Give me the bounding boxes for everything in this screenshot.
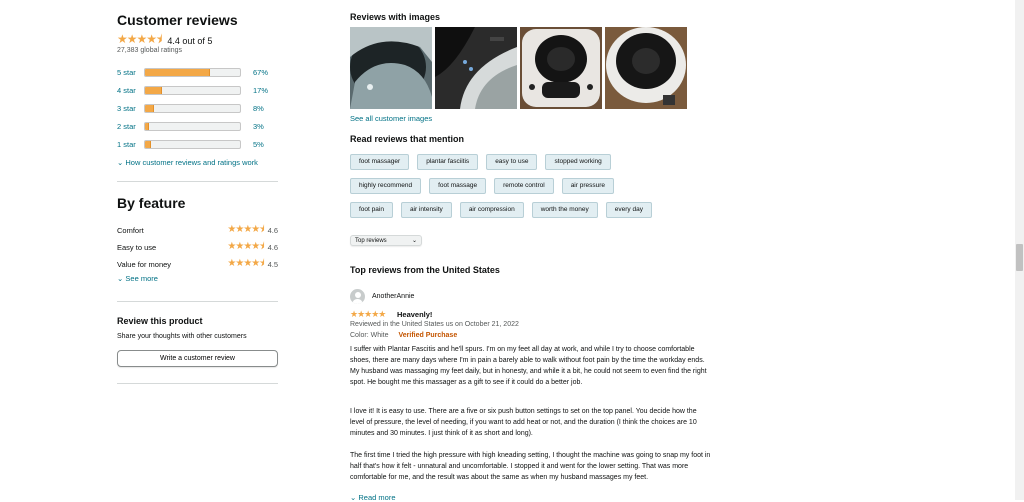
reviewer-name[interactable]: AnotherAnnie <box>372 293 414 300</box>
chip-row: foot massager plantar fasciitis easy to us… <box>350 154 611 170</box>
mention-chip[interactable]: worth the money <box>531 202 598 218</box>
review-date: Reviewed in the United States us on Octo… <box>350 321 519 328</box>
histogram-bar <box>144 139 241 149</box>
review-images <box>350 27 687 109</box>
histogram-label: 1 star <box>117 139 136 149</box>
histogram-percent: 3% <box>253 121 264 131</box>
chevron-down-icon: ⌄ <box>350 493 357 502</box>
histogram-bar <box>144 85 241 95</box>
share-thoughts-text: Share your thoughts with other customers <box>117 333 247 340</box>
histogram-bar <box>144 67 241 77</box>
global-ratings: 27,383 global ratings <box>117 47 182 54</box>
histogram-label: 3 star <box>117 103 136 113</box>
review-title[interactable]: Heavenly! <box>397 310 432 319</box>
read-more-link[interactable]: ⌄ Read more <box>350 493 396 502</box>
histogram-row[interactable]: 4 star 17% <box>117 84 278 96</box>
mention-chip[interactable]: foot massager <box>350 154 410 170</box>
review-image-thumbnail[interactable] <box>435 27 517 109</box>
histogram-bar <box>144 103 241 113</box>
see-all-images-link[interactable]: See all customer images <box>350 114 432 123</box>
chip-row: foot pain air intensity air compression wor… <box>350 202 652 218</box>
how-reviews-work-link[interactable]: ⌄ How customer reviews and ratings work <box>117 158 258 167</box>
review-product-heading: Review this product <box>117 316 203 326</box>
feature-row: Easy to use ★★★★⯨ 4.6 <box>117 239 278 256</box>
histogram-row[interactable]: 2 star 3% <box>117 120 278 132</box>
histogram-fill <box>145 140 151 148</box>
mention-chip[interactable]: plantar fasciitis <box>417 154 479 170</box>
customer-reviews-heading: Customer reviews <box>117 12 238 28</box>
review-color: Color: White <box>350 332 389 339</box>
histogram-fill <box>145 68 210 76</box>
mention-chip[interactable]: air compression <box>459 202 524 218</box>
histogram-row[interactable]: 3 star 8% <box>117 102 278 114</box>
feature-row: Value for money ★★★★⯨ 4.5 <box>117 256 278 273</box>
feature-star-icon: ★★★★⯨ <box>227 241 264 252</box>
see-more-link[interactable]: ⌄ See more <box>117 274 158 283</box>
histogram-percent: 17% <box>253 85 269 95</box>
mention-chip[interactable]: stopped working <box>545 154 611 170</box>
divider <box>117 181 278 182</box>
write-review-button[interactable]: Write a customer review <box>117 350 278 367</box>
mention-chip[interactable]: highly recommend <box>350 178 422 194</box>
divider <box>117 383 278 384</box>
review-image-thumbnail[interactable] <box>350 27 432 109</box>
feature-name: Easy to use <box>117 243 157 252</box>
scrollbar-thumb[interactable] <box>1016 244 1023 271</box>
feature-star-icon: ★★★★⯨ <box>227 258 264 269</box>
review-image-thumbnail[interactable] <box>520 27 602 109</box>
rating-out-of: 4.4 out of 5 <box>167 35 213 46</box>
scrollbar[interactable] <box>1015 0 1024 500</box>
top-reviews-heading: Top reviews from the United States <box>350 265 500 275</box>
review-variant: Color: White Verified Purchase <box>350 332 457 339</box>
histogram-label: 4 star <box>117 85 136 95</box>
histogram-bar <box>144 121 241 131</box>
feature-value: 4.5 <box>267 260 278 269</box>
mention-chip[interactable]: every day <box>605 202 652 218</box>
feature-name: Comfort <box>117 226 144 235</box>
histogram-fill <box>145 86 163 94</box>
histogram-row[interactable]: 5 star 67% <box>117 66 278 78</box>
mention-chip[interactable]: foot massage <box>429 178 487 194</box>
feature-value: 4.6 <box>267 243 278 252</box>
by-feature-heading: By feature <box>117 195 186 211</box>
reviews-with-images-heading: Reviews with images <box>350 12 441 22</box>
histogram-row[interactable]: 1 star 5% <box>117 138 278 150</box>
chevron-down-icon: ⌄ <box>117 274 124 283</box>
mention-chip[interactable]: remote control <box>494 178 554 194</box>
verified-purchase-badge: Verified Purchase <box>398 332 458 339</box>
divider <box>117 301 278 302</box>
review-paragraph: The first time I tried the high pressure… <box>350 452 711 481</box>
chevron-down-icon: ⌄ <box>411 238 417 244</box>
chip-row: highly recommend foot massage remote contr… <box>350 178 615 194</box>
chevron-down-icon: ⌄ <box>117 158 124 167</box>
feature-name: Value for money <box>117 260 172 269</box>
histogram-fill <box>145 122 149 130</box>
histogram-percent: 8% <box>253 103 264 113</box>
histogram-percent: 67% <box>253 67 269 77</box>
mention-chip[interactable]: air pressure <box>561 178 615 194</box>
mention-chip[interactable]: easy to use <box>486 154 538 170</box>
feature-row: Comfort ★★★★⯨ 4.6 <box>117 222 278 239</box>
mention-chip[interactable]: foot pain <box>350 202 393 218</box>
histogram-percent: 5% <box>253 139 264 149</box>
histogram-fill <box>145 104 154 112</box>
avatar <box>350 289 365 304</box>
feature-star-icon: ★★★★⯨ <box>227 224 264 235</box>
review-paragraph: I suffer with Plantar Fascitis and he'll… <box>350 346 707 386</box>
histogram-label: 2 star <box>117 121 136 131</box>
sort-dropdown[interactable]: Top reviews ⌄ <box>350 235 422 246</box>
histogram-label: 5 star <box>117 67 136 77</box>
mentions-heading: Read reviews that mention <box>350 134 465 144</box>
feature-value: 4.6 <box>267 226 278 235</box>
review-image-thumbnail[interactable] <box>605 27 687 109</box>
mention-chip[interactable]: air intensity <box>400 202 452 218</box>
sort-selected: Top reviews <box>355 237 387 244</box>
review-star-rating-icon[interactable]: ★★★★★ <box>350 309 386 320</box>
review-paragraph: I love it! It is easy to use. There are … <box>350 408 697 437</box>
